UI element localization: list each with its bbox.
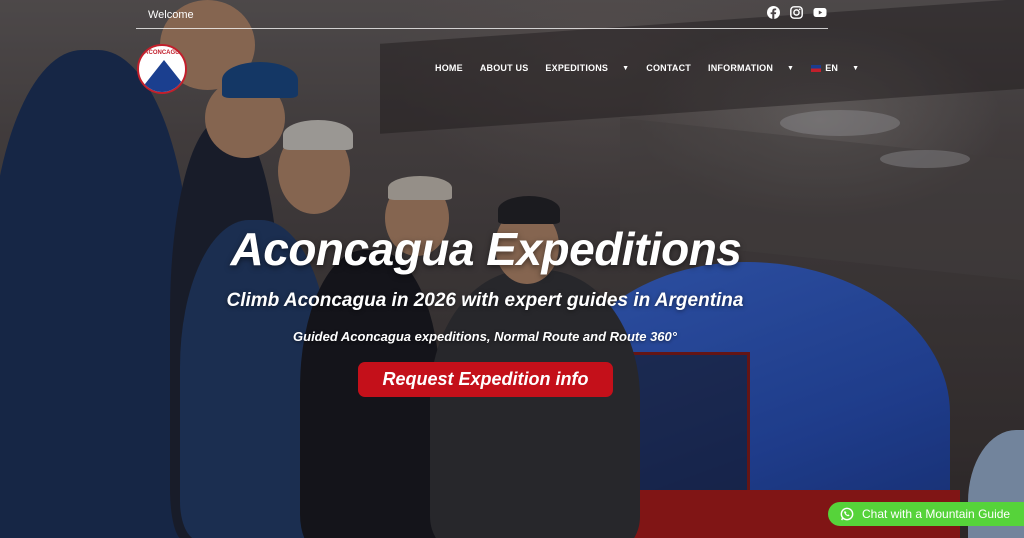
nav-item-label: EXPEDITIONS [545,63,609,73]
hero-section: Welcome ACONCAGUA HOME ABOUT US EXPEDITI… [0,0,1024,538]
chat-label: Chat with a Mountain Guide [862,507,1011,521]
whatsapp-chat-button[interactable]: Chat with a Mountain Guide [828,502,1024,526]
hero-tagline: Guided Aconcagua expeditions, Normal Rou… [293,329,677,344]
nav-item-contact[interactable]: CONTACT [646,63,691,73]
nav-item-label: ABOUT US [479,63,529,73]
chevron-down-icon: ▼ [852,64,860,72]
logo-top-text: ACONCAGUA [144,50,184,56]
whatsapp-icon [840,507,854,521]
chevron-down-icon: ▼ [622,64,630,72]
welcome-text: Welcome [148,9,194,21]
social-links [767,6,827,19]
main-nav: HOME ABOUT US EXPEDITIONS ▼ CONTACT INFO… [435,63,876,73]
nav-item-information[interactable]: INFORMATION ▼ [708,63,794,73]
nav-item-label: INFORMATION [708,63,774,73]
instagram-icon[interactable] [790,6,803,19]
language-selector[interactable]: EN ▼ [811,63,859,73]
nav-item-expeditions[interactable]: EXPEDITIONS ▼ [545,63,629,73]
facebook-icon[interactable] [767,6,780,19]
nav-item-label: HOME [435,63,463,73]
nav-item-home[interactable]: HOME [435,63,463,73]
nav-item-label: CONTACT [646,63,692,73]
request-info-button[interactable]: Request Expedition info [358,362,613,397]
language-label: EN [825,63,839,73]
youtube-icon[interactable] [813,6,827,19]
hero-title: Aconcagua Expeditions [230,223,742,275]
hero-subtitle: Climb Aconcagua in 2026 with expert guid… [226,290,744,311]
flag-icon [811,64,822,72]
mountain-icon [145,60,183,84]
site-logo[interactable]: ACONCAGUA [137,44,187,94]
header-divider [136,28,828,29]
chevron-down-icon: ▼ [787,64,795,72]
nav-item-about-us[interactable]: ABOUT US [480,63,529,73]
